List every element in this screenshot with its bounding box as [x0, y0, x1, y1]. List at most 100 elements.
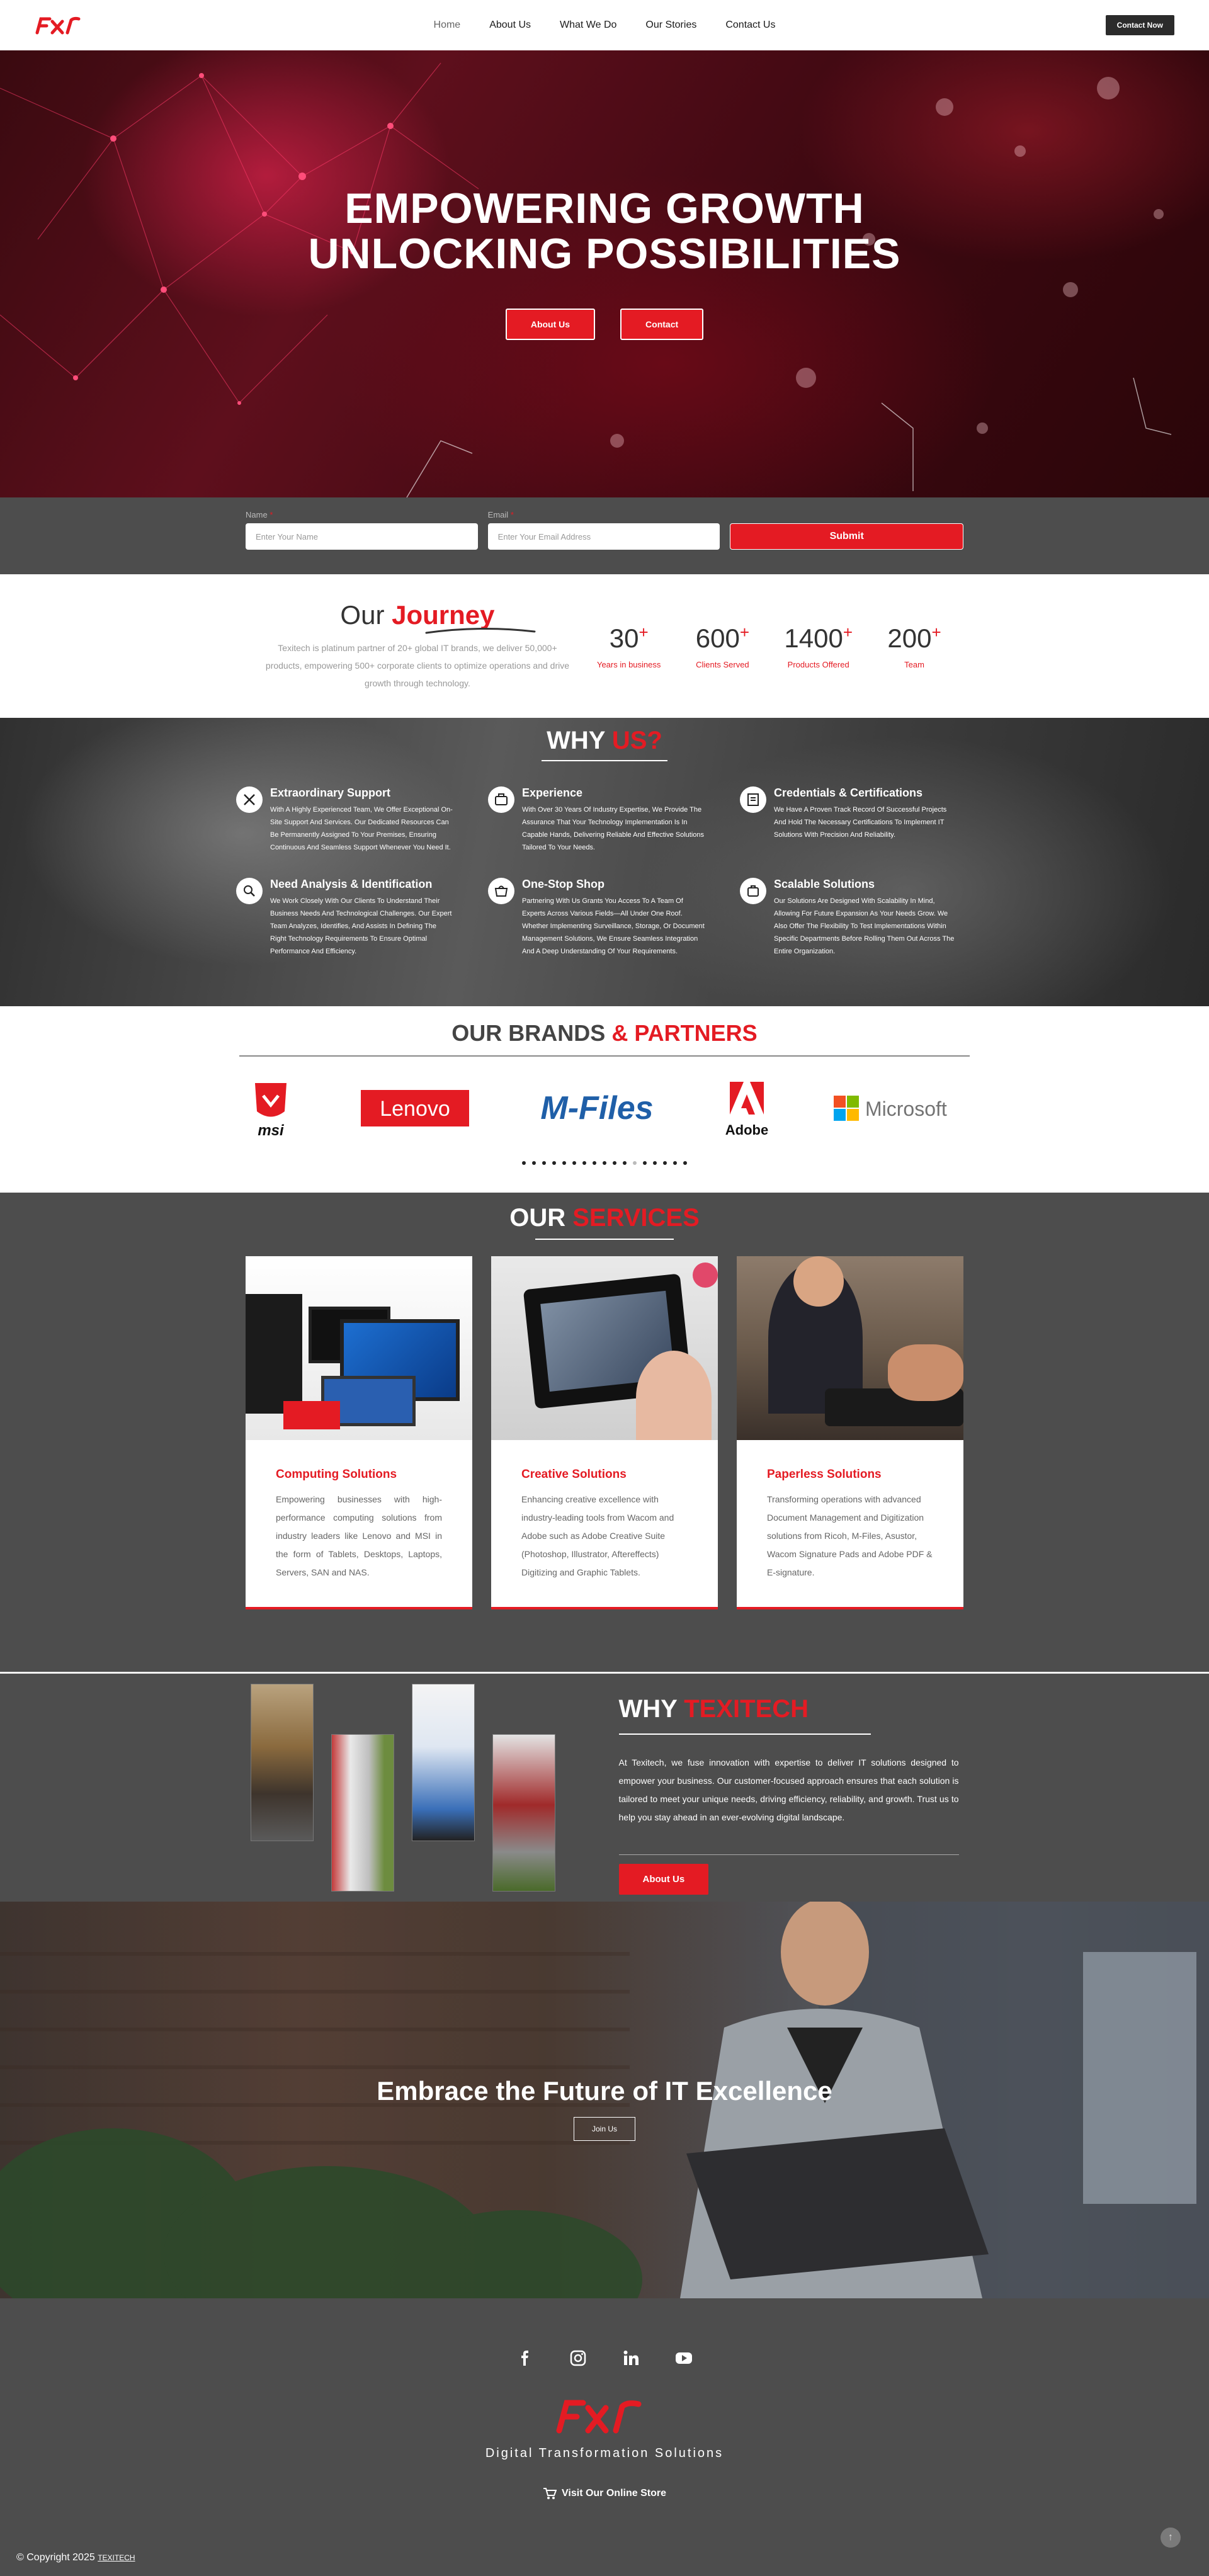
- svg-text:Lenovo: Lenovo: [380, 1097, 450, 1121]
- carousel-dot[interactable]: [683, 1161, 687, 1165]
- why-texitech-title: WHY TEXITECH: [618, 1695, 809, 1723]
- carousel-dot[interactable]: [593, 1161, 596, 1165]
- embrace-title: Embrace the Future of IT Excellence: [377, 2076, 832, 2106]
- card-text: Empowering businesses with high-performa…: [276, 1494, 442, 1577]
- lenovo-logo[interactable]: Lenovo: [361, 1090, 469, 1126]
- why-texitech-section: WHY TEXITECH At Texitech, we fuse innova…: [0, 1672, 1209, 1902]
- about-us-button[interactable]: About Us: [618, 1864, 709, 1895]
- service-card-computing[interactable]: Computing Solutions Empowering businesse…: [246, 1256, 472, 1609]
- carousel-dots: [0, 1161, 1209, 1165]
- microsoft-logo[interactable]: Microsoft: [834, 1092, 963, 1124]
- nav-our-stories[interactable]: Our Stories: [645, 20, 696, 31]
- stat-years: 30+ Years in business: [596, 623, 661, 669]
- stat-clients: 600+ Clients Served: [695, 623, 750, 669]
- embrace-banner: Embrace the Future of IT Excellence Join…: [0, 1902, 1209, 2298]
- tools-icon: [236, 786, 263, 813]
- journey-text: Texitech is platinum partner of 20+ glob…: [265, 643, 570, 688]
- hero-about-us-button[interactable]: About Us: [505, 309, 596, 340]
- scroll-to-top-button[interactable]: ↑: [1161, 2528, 1181, 2548]
- linkedin-icon[interactable]: [622, 2349, 640, 2367]
- brands-section: OUR BRANDS & PARTNERS msi Lenovo M-Files…: [0, 1006, 1209, 1193]
- msi-logo[interactable]: msi: [246, 1077, 296, 1140]
- office-photo: [250, 1684, 314, 1841]
- copyright-brand-link[interactable]: TEXITECH: [98, 2553, 135, 2562]
- carousel-dot[interactable]: [603, 1161, 606, 1165]
- certificate-icon: [740, 786, 766, 813]
- nav-what-we-do[interactable]: What We Do: [560, 20, 616, 31]
- carousel-dot[interactable]: [673, 1161, 677, 1165]
- svg-text:msi: msi: [258, 1122, 285, 1139]
- svg-text:Adobe: Adobe: [725, 1122, 768, 1138]
- carousel-dot[interactable]: [643, 1161, 647, 1165]
- hero-title: EMPOWERING GROWTH UNLOCKING POSSIBILITIE…: [0, 186, 1209, 276]
- carousel-dot[interactable]: [653, 1161, 657, 1165]
- copyright: © Copyright 2025 TEXITECH: [16, 2552, 135, 2563]
- card-title: Creative Solutions: [521, 1468, 627, 1481]
- texitech-footer-logo[interactable]: [554, 2393, 649, 2436]
- stat-products: 1400+ Products Offered: [784, 623, 853, 669]
- card-text: Transforming operations with advanced Do…: [767, 1494, 933, 1577]
- stats-group: 30+ Years in business 600+ Clients Serve…: [597, 623, 946, 669]
- why-item-need-analysis: Need Analysis & Identification We Work Cl…: [236, 878, 469, 958]
- brands-title: OUR BRANDS & PARTNERS: [451, 1020, 758, 1046]
- carousel-dot[interactable]: [613, 1161, 616, 1165]
- carousel-dot[interactable]: [522, 1161, 526, 1165]
- main-nav: Home About Us What We Do Our Stories Con…: [0, 0, 1209, 50]
- lead-form: Name * Enter Your Name Email * Enter You…: [0, 497, 1209, 574]
- carousel-dot[interactable]: [663, 1161, 667, 1165]
- shop-icon: [488, 878, 514, 904]
- journey-section: Our Journey Texitech is platinum partner…: [0, 574, 1209, 718]
- carousel-dot[interactable]: [623, 1161, 627, 1165]
- nav-about-us[interactable]: About Us: [489, 20, 531, 31]
- carousel-dot[interactable]: [582, 1161, 586, 1165]
- computing-image: [246, 1256, 472, 1440]
- journey-title: Our Journey: [340, 600, 495, 630]
- footer-tagline: Digital Transformation Solutions: [485, 2446, 724, 2460]
- service-card-creative[interactable]: Creative Solutions Enhancing creative ex…: [491, 1256, 718, 1609]
- why-item-scalable: Scalable Solutions Our Solutions Are Desi…: [740, 878, 973, 958]
- carousel-dot[interactable]: [552, 1161, 556, 1165]
- office-photo: [331, 1734, 394, 1892]
- card-title: Paperless Solutions: [767, 1468, 882, 1481]
- analysis-icon: [236, 878, 263, 904]
- social-links: [0, 2349, 1209, 2367]
- card-text: Enhancing creative excellence with indus…: [521, 1494, 674, 1577]
- join-us-button[interactable]: Join Us: [574, 2117, 635, 2141]
- nav-home[interactable]: Home: [434, 20, 461, 31]
- adobe-logo[interactable]: Adobe: [725, 1077, 769, 1140]
- hero-title-line2: UNLOCKING POSSIBILITIES: [308, 230, 901, 278]
- svg-text:Microsoft: Microsoft: [865, 1098, 947, 1120]
- contact-now-button[interactable]: Contact Now: [1105, 15, 1174, 35]
- submit-button[interactable]: Submit: [730, 523, 964, 550]
- name-field[interactable]: Enter Your Name: [246, 523, 478, 550]
- email-label: Email *: [487, 510, 514, 519]
- nav-contact-us[interactable]: Contact Us: [725, 20, 775, 31]
- hero-contact-button[interactable]: Contact: [620, 309, 704, 340]
- hero-title-line1: EMPOWERING GROWTH: [344, 184, 865, 232]
- facebook-icon[interactable]: [516, 2349, 534, 2367]
- carousel-dot-active[interactable]: [633, 1161, 637, 1165]
- email-field[interactable]: Enter Your Email Address: [487, 523, 720, 550]
- carousel-dot[interactable]: [562, 1161, 566, 1165]
- why-item-support: Extraordinary Support With A Highly Exper…: [236, 786, 469, 854]
- m-files-logo[interactable]: M-Files: [534, 1089, 660, 1127]
- why-texitech-text: At Texitech, we fuse innovation with exp…: [618, 1757, 959, 1822]
- carousel-dot[interactable]: [542, 1161, 546, 1165]
- why-item-credentials: Credentials & Certifications We Have A Pr…: [740, 786, 973, 854]
- why-item-one-stop-shop: One-Stop Shop Partnering With Us Grants Y…: [488, 878, 721, 958]
- stat-team: 200+ Team: [887, 623, 941, 669]
- instagram-icon[interactable]: [569, 2349, 587, 2367]
- site-footer: Digital Transformation Solutions Visit O…: [0, 2298, 1209, 2576]
- online-store-link[interactable]: Visit Our Online Store: [0, 2487, 1209, 2500]
- service-card-paperless[interactable]: Paperless Solutions Transforming operati…: [737, 1256, 963, 1609]
- youtube-icon[interactable]: [675, 2349, 693, 2367]
- brand-logo-carousel: msi Lenovo M-Files Adobe Microsoft: [246, 1077, 963, 1140]
- briefcase-icon: [488, 786, 514, 813]
- carousel-dot[interactable]: [532, 1161, 536, 1165]
- carousel-dot[interactable]: [572, 1161, 576, 1165]
- why-us-section: WHY US? Extraordinary Support With A High…: [0, 718, 1209, 1006]
- site-header: Home About Us What We Do Our Stories Con…: [0, 0, 1209, 50]
- office-photo-collage: [250, 1684, 572, 1892]
- office-photo: [411, 1684, 475, 1841]
- paperless-image: [737, 1256, 963, 1440]
